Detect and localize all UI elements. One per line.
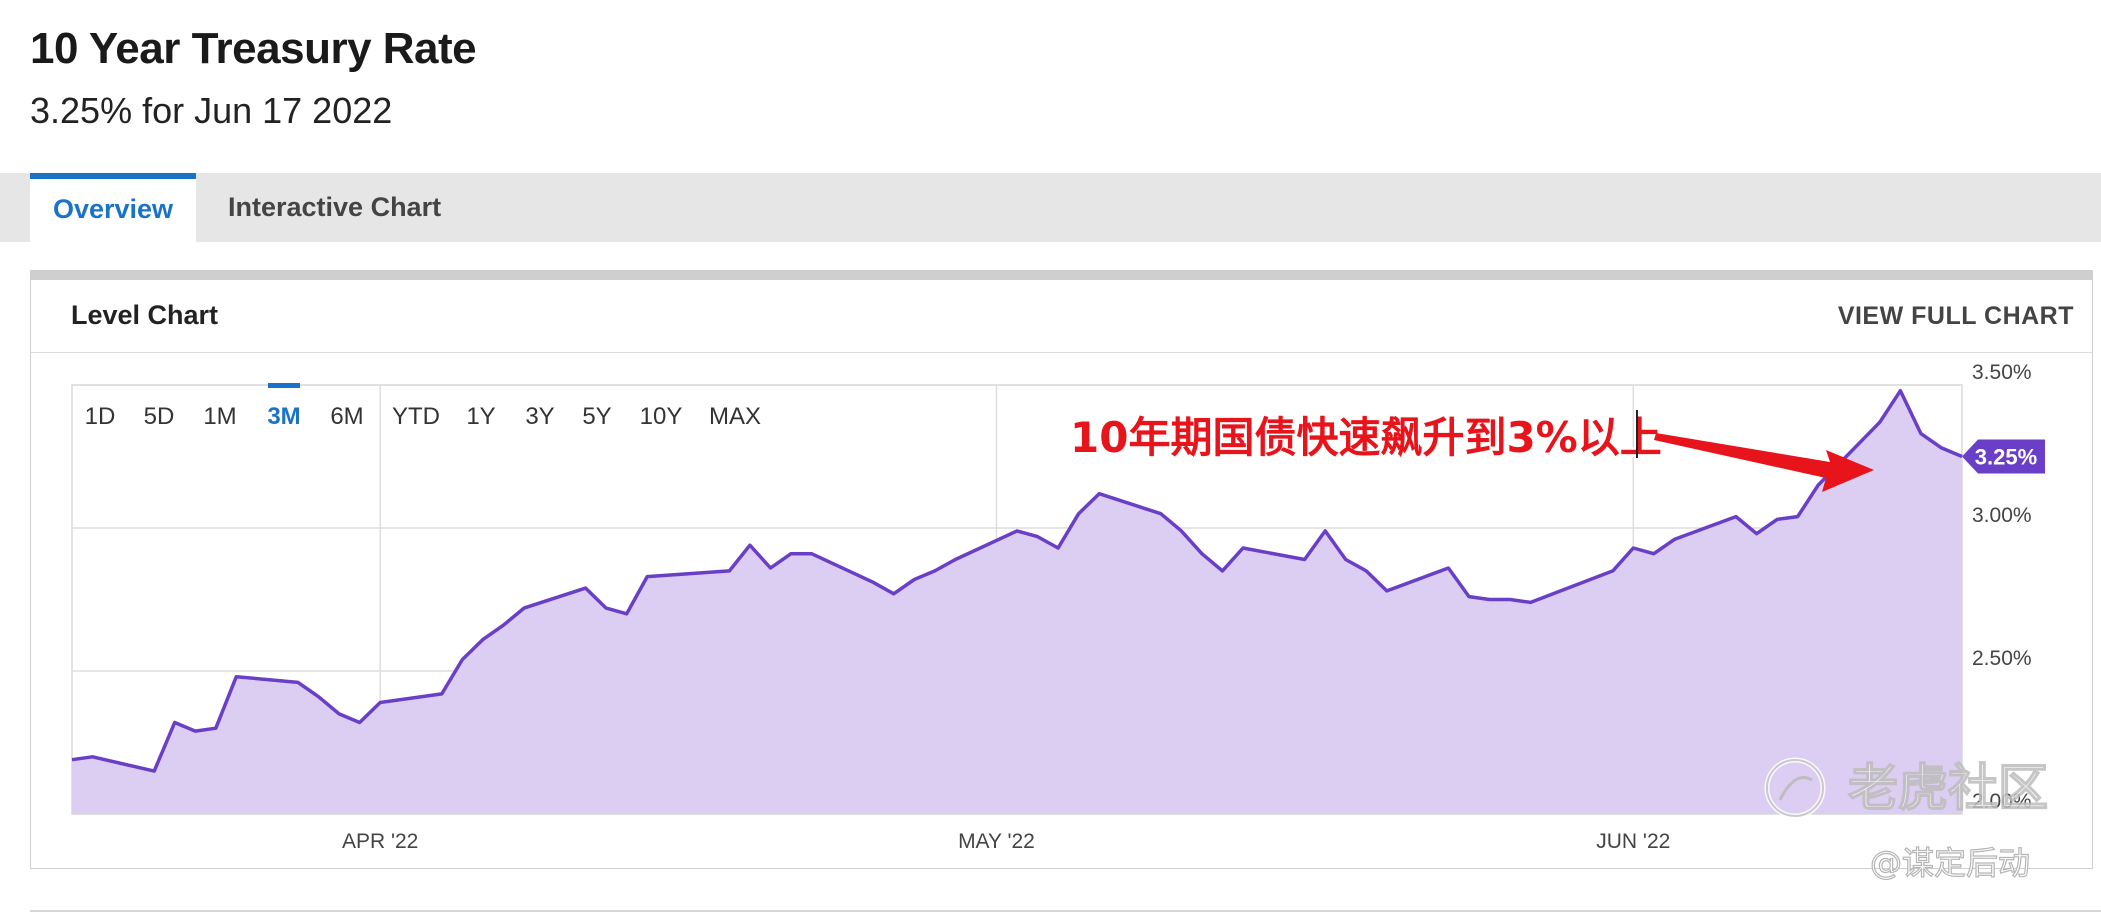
annotation-text: 10年期国债快速飙升到3%以上 (1070, 413, 1662, 462)
x-axis: APR '22 MAY '22 JUN '22 (342, 830, 1670, 853)
watermark-brand: 老虎社区 (1848, 759, 2048, 817)
x-tick-label: JUN '22 (1596, 830, 1670, 853)
range-button-3m[interactable]: 3M (267, 403, 300, 430)
range-button-max[interactable]: MAX (709, 403, 761, 430)
range-selected-indicator (268, 383, 300, 388)
range-button-5d[interactable]: 5D (144, 403, 175, 430)
level-chart: 1D 5D 1M 3M 6M YTD 1Y 3Y 5Y 10Y MAX APR '22 MAY '22… (71, 361, 2049, 883)
text-cursor (1636, 410, 1638, 458)
y-tick-label: 2.50% (1972, 647, 2032, 670)
range-button-3y[interactable]: 3Y (525, 403, 554, 430)
y-tick-label: 3.00% (1972, 504, 2032, 527)
range-button-5y[interactable]: 5Y (582, 403, 611, 430)
annotation-arrow (1654, 433, 1874, 492)
range-button-ytd[interactable]: YTD (392, 403, 440, 430)
series-area (72, 390, 1962, 814)
y-tick-label: 3.50% (1972, 361, 2032, 384)
range-button-6m[interactable]: 6M (330, 403, 363, 430)
range-button-1m[interactable]: 1M (203, 403, 236, 430)
watermark: 老虎社区 @谋定后动 (1764, 757, 2049, 883)
watermark-author: @谋定后动 (1870, 844, 2030, 882)
range-button-10y[interactable]: 10Y (640, 403, 683, 430)
current-value-badge: 3.25% (1962, 439, 2045, 474)
divider (30, 910, 2101, 912)
range-selector: 1D 5D 1M 3M 6M YTD 1Y 3Y 5Y 10Y MAX (85, 383, 761, 430)
range-button-1y[interactable]: 1Y (466, 403, 495, 430)
x-tick-label: APR '22 (342, 830, 418, 853)
badge-label: 3.25% (1975, 445, 2037, 470)
x-tick-label: MAY '22 (958, 830, 1035, 853)
y-axis: 3.50%3.00%2.50%2.00% (1972, 361, 2032, 813)
annotation: 10年期国债快速飙升到3%以上 (1068, 411, 1874, 492)
range-button-1d[interactable]: 1D (85, 403, 116, 430)
